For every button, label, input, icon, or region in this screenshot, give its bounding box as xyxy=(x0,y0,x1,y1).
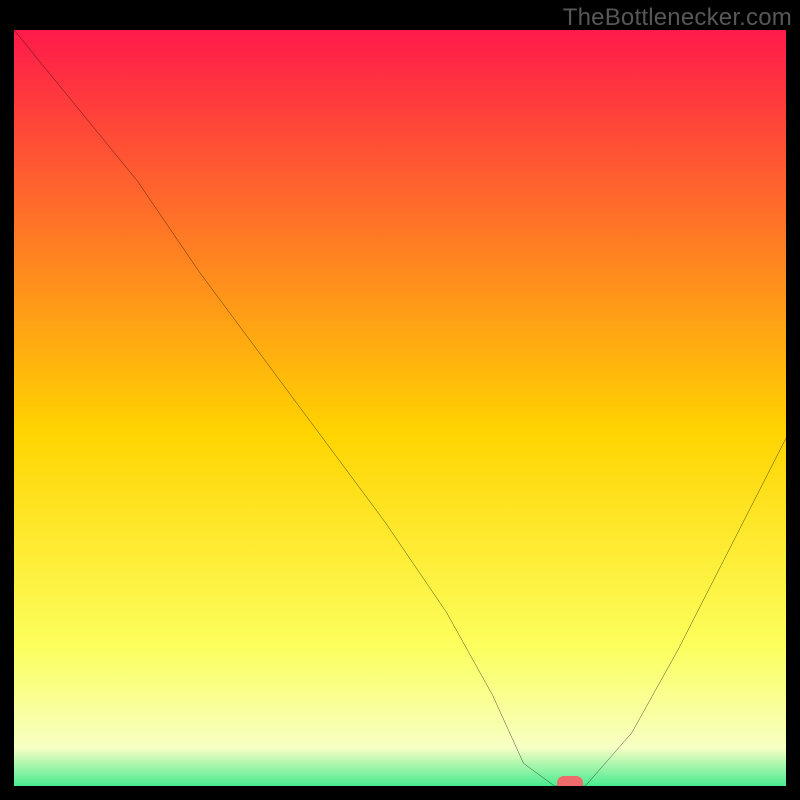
watermark-text: TheBottlenecker.com xyxy=(563,4,792,32)
curve-line xyxy=(14,30,786,786)
optimal-marker xyxy=(557,776,583,786)
chart-frame: TheBottlenecker.com xyxy=(0,0,800,800)
plot-area xyxy=(14,30,786,786)
